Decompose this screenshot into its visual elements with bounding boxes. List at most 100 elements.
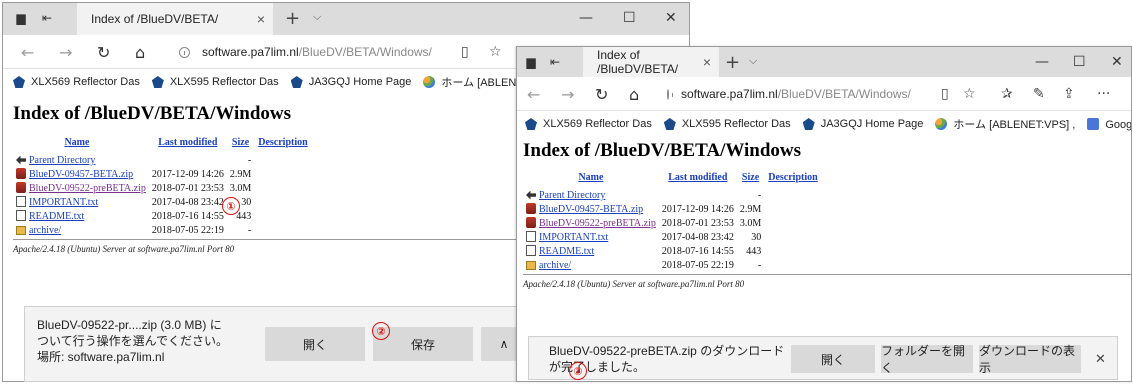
site-favicon-icon: [423, 76, 436, 88]
tab-menu-icon[interactable]: ⌵: [313, 10, 321, 24]
favorite-item[interactable]: XLX595 Reflector Das: [663, 118, 791, 130]
column-last-modified[interactable]: Last modified: [149, 137, 227, 153]
new-tab-icon[interactable]: +: [285, 8, 300, 29]
favorite-item[interactable]: XLX569 Reflector Das: [13, 76, 140, 88]
reading-view-icon[interactable]: ▯: [461, 44, 469, 60]
show-downloads-button[interactable]: ダウンロードの表示: [979, 344, 1081, 375]
tab-close-icon[interactable]: ×: [703, 54, 711, 70]
favorite-item[interactable]: ホーム [ABLENET:VPS] ,: [935, 116, 1075, 132]
reading-view-icon[interactable]: ▯: [941, 86, 949, 102]
file-link[interactable]: README.txt: [29, 211, 84, 222]
maximize-icon[interactable]: ☐: [1073, 54, 1086, 70]
column-description[interactable]: Description: [254, 137, 311, 153]
tabs-aside-icon[interactable]: ⇤: [547, 54, 563, 70]
table-row: BlueDV-09522-preBETA.zip 2018-07-01 23:5…: [13, 181, 312, 195]
maximize-icon[interactable]: ☐: [623, 10, 636, 26]
translate-icon: [1087, 118, 1100, 130]
address-input[interactable]: software.pa7lim.nl/BlueDV/BETA/Windows/: [179, 40, 479, 64]
favorite-item[interactable]: XLX569 Reflector Das: [525, 118, 652, 130]
table-row: Parent Directory -: [523, 188, 822, 202]
back-icon[interactable]: ←: [21, 43, 34, 62]
address-host: software.pa7lim.nl: [681, 87, 778, 101]
column-size[interactable]: Size: [737, 172, 764, 188]
file-link[interactable]: archive/: [539, 260, 571, 271]
step-marker-3: ③: [569, 362, 587, 380]
address-path: /BlueDV/BETA/Windows/: [298, 45, 432, 59]
zip-icon: [16, 182, 26, 193]
text-file-icon: [16, 196, 26, 207]
refresh-icon[interactable]: ↻: [595, 85, 608, 104]
column-description[interactable]: Description: [764, 172, 821, 188]
tabs-aside-icon[interactable]: ⇤: [39, 10, 55, 26]
file-link[interactable]: Parent Directory: [539, 190, 605, 201]
web-notes-icon[interactable]: ✎: [1033, 86, 1045, 102]
close-icon[interactable]: ✕: [1095, 351, 1106, 367]
file-link[interactable]: README.txt: [539, 246, 594, 257]
favorite-item[interactable]: XLX595 Reflector Das: [151, 76, 279, 88]
server-signature: Apache/2.4.18 (Ubuntu) Server at softwar…: [523, 279, 745, 289]
refresh-icon[interactable]: ↻: [97, 43, 110, 62]
table-row: archive/ 2018-07-05 22:19 -: [523, 258, 822, 272]
tab-strip: ▆ ⇤ Index of /BlueDV/BETA/ × + ⌵ — ☐ ✕: [3, 3, 689, 35]
tab-actions-icon[interactable]: ▆: [13, 10, 29, 26]
folder-icon: [16, 225, 26, 235]
new-tab-icon[interactable]: +: [725, 52, 740, 73]
file-link[interactable]: BlueDV-09457-BETA.zip: [539, 204, 643, 215]
download-message: BlueDV-09522-pr....zip (3.0 MB) に ついて行う操…: [37, 318, 229, 364]
tab-actions-icon[interactable]: ▆: [523, 54, 539, 70]
close-window-icon[interactable]: ✕: [1111, 54, 1123, 70]
tab-close-icon[interactable]: ×: [257, 11, 265, 27]
minimize-icon[interactable]: —: [579, 10, 593, 26]
favorite-star-icon[interactable]: ☆: [963, 86, 976, 102]
file-link[interactable]: BlueDV-09457-BETA.zip: [29, 169, 133, 180]
file-link[interactable]: BlueDV-09522-preBETA.zip: [29, 183, 146, 194]
favorite-item[interactable]: JA3GQJ Home Page: [290, 76, 411, 88]
forward-icon[interactable]: →: [561, 85, 574, 104]
favorite-item[interactable]: JA3GQJ Home Page: [802, 118, 923, 130]
favorite-star-icon[interactable]: ☆: [489, 44, 502, 60]
divider: [523, 274, 1131, 275]
file-link[interactable]: BlueDV-09522-preBETA.zip: [539, 218, 656, 229]
forward-icon[interactable]: →: [59, 43, 72, 62]
home-icon[interactable]: ⌂: [629, 85, 639, 104]
back-icon: [526, 190, 536, 200]
column-size[interactable]: Size: [227, 137, 254, 153]
tab-title: Index of /BlueDV/BETA/: [91, 12, 219, 26]
column-last-modified[interactable]: Last modified: [659, 172, 737, 188]
jarl-icon: [151, 76, 164, 88]
open-folder-button[interactable]: フォルダーを開く: [881, 344, 973, 375]
table-row: IMPORTANT.txt 2017-04-08 23:42 30: [523, 230, 822, 244]
open-button[interactable]: 開く: [791, 345, 875, 373]
close-window-icon[interactable]: ✕: [665, 10, 677, 26]
favorites-hub-icon[interactable]: ✰: [1001, 86, 1013, 102]
text-file-icon: [526, 231, 536, 242]
open-button[interactable]: 開く: [265, 327, 365, 361]
file-link[interactable]: Parent Directory: [29, 155, 95, 166]
back-icon[interactable]: ←: [527, 85, 540, 104]
zip-icon: [526, 217, 536, 228]
tab-index[interactable]: Index of /BlueDV/BETA/ ×: [583, 47, 719, 77]
column-name[interactable]: Name: [523, 172, 659, 188]
file-link[interactable]: IMPORTANT.txt: [29, 197, 98, 208]
file-link[interactable]: archive/: [29, 225, 61, 236]
tab-index[interactable]: Index of /BlueDV/BETA/ ×: [77, 3, 273, 35]
home-icon[interactable]: ⌂: [135, 43, 145, 62]
column-name[interactable]: Name: [13, 137, 149, 153]
minimize-icon[interactable]: —: [1035, 54, 1049, 70]
site-info-icon[interactable]: [667, 88, 673, 100]
more-icon[interactable]: ···: [1097, 86, 1110, 102]
directory-table: Name Last modified Size Description Pare…: [13, 137, 312, 237]
jarl-icon: [802, 118, 815, 130]
back-icon: [16, 155, 26, 165]
favorite-item[interactable]: Google 翻訳: [1087, 116, 1131, 132]
favorites-bar: XLX569 Reflector Das XLX595 Reflector Da…: [517, 111, 1131, 137]
share-icon[interactable]: ⇪: [1063, 86, 1075, 102]
address-input[interactable]: software.pa7lim.nl/BlueDV/BETA/Windows/: [667, 82, 911, 106]
tab-title: Index of /BlueDV/BETA/: [597, 48, 679, 76]
tab-menu-icon[interactable]: ⌵: [749, 54, 757, 68]
address-toolbar: ← → ↻ ⌂ software.pa7lim.nl/BlueDV/BETA/W…: [517, 77, 1131, 111]
file-link[interactable]: IMPORTANT.txt: [539, 232, 608, 243]
jarl-icon: [290, 76, 303, 88]
site-info-icon[interactable]: [179, 46, 190, 58]
text-file-icon: [526, 245, 536, 256]
